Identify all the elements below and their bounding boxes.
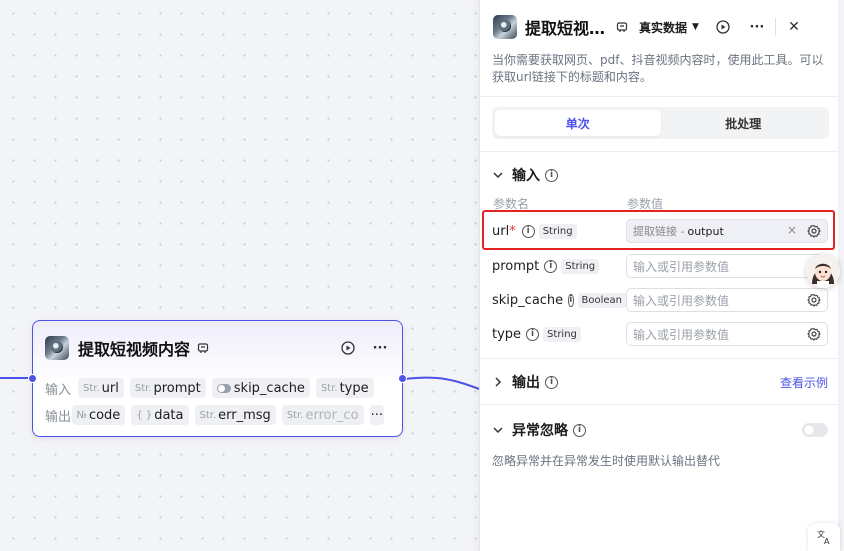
input-label: 输入 bbox=[45, 382, 72, 398]
param-row-skip-cache: skip_cache i Boolean 输入或引用参数值 bbox=[492, 287, 828, 313]
output-tag-err-msg: Str. err_msg bbox=[194, 405, 276, 425]
workflow-node[interactable]: 提取短视频内容 ··· 输入 Str. url Str. prompt skip_c… bbox=[28, 320, 407, 437]
chevron-right-icon bbox=[495, 377, 502, 387]
type-badge: String bbox=[543, 326, 581, 342]
mode-tabs: 单次 批处理 bbox=[492, 107, 829, 139]
type-badge: Boolean bbox=[577, 292, 626, 308]
output-port[interactable] bbox=[398, 374, 407, 383]
input-section-header[interactable]: 输入 i bbox=[492, 165, 828, 185]
gear-icon[interactable] bbox=[807, 293, 821, 310]
output-section-title: 输出 bbox=[512, 375, 540, 391]
input-section-title: 输入 bbox=[512, 168, 540, 184]
tab-batch[interactable]: 批处理 bbox=[661, 110, 827, 136]
node-outputs-row: 输出 № code { } data Str. err_msg Str. error_c… bbox=[45, 405, 390, 425]
input-tag-skip-cache: skip_cache bbox=[211, 378, 310, 398]
output-label: 输出 bbox=[45, 409, 72, 425]
exception-section-title: 异常忽略 bbox=[512, 423, 568, 439]
plugin-icon bbox=[196, 341, 210, 355]
header-divider bbox=[774, 18, 776, 36]
close-button[interactable]: ✕ bbox=[784, 17, 804, 37]
info-icon[interactable]: i bbox=[573, 423, 586, 437]
param-value-input[interactable]: 输入或引用参数值 bbox=[626, 254, 828, 278]
gear-icon[interactable] bbox=[807, 327, 821, 344]
param-name: type bbox=[492, 326, 522, 342]
panel-more-button[interactable]: ··· bbox=[747, 17, 767, 37]
chevron-down-icon bbox=[493, 427, 503, 434]
panel-node-avatar-icon bbox=[493, 15, 517, 39]
node-inputs-row: 输入 Str. url Str. prompt skip_cache Str. typ… bbox=[45, 378, 390, 398]
divider bbox=[480, 358, 838, 359]
param-name: skip_cache bbox=[492, 292, 564, 308]
view-example-link[interactable]: 查看示例 bbox=[780, 374, 828, 391]
run-node-button[interactable] bbox=[338, 338, 358, 358]
input-tag-url: Str. url bbox=[78, 378, 124, 398]
node-avatar-icon bbox=[45, 336, 69, 360]
output-section-header[interactable]: 输出 i 查看示例 bbox=[492, 372, 828, 392]
node-more-button[interactable]: ··· bbox=[370, 338, 390, 358]
input-tag-type: Str. type bbox=[315, 378, 374, 398]
run-test-button[interactable] bbox=[713, 17, 733, 37]
panel-header: 提取短视… 真实数据 ▼ ··· ✕ bbox=[493, 14, 828, 40]
info-icon[interactable]: i bbox=[526, 327, 540, 341]
node-title: 提取短视频内容 bbox=[78, 340, 191, 359]
boolean-icon bbox=[216, 383, 231, 393]
divider bbox=[480, 96, 838, 97]
assistant-avatar[interactable] bbox=[806, 254, 840, 288]
info-icon[interactable]: i bbox=[545, 168, 558, 182]
ignore-exception-toggle[interactable] bbox=[802, 423, 828, 437]
outputs-more-button[interactable]: ··· bbox=[369, 405, 384, 425]
svg-text:A: A bbox=[824, 537, 830, 545]
param-name: prompt bbox=[492, 258, 540, 274]
tab-single[interactable]: 单次 bbox=[495, 110, 661, 136]
info-icon[interactable]: i bbox=[545, 375, 558, 389]
panel-description: 当你需要获取网页、pdf、抖音视频内容时，使用此工具。可以获取url链接下的标题… bbox=[492, 53, 824, 84]
data-mode-select[interactable]: 真实数据 ▼ bbox=[639, 19, 699, 36]
caret-down-icon: ▼ bbox=[692, 22, 699, 32]
input-tag-prompt: Str. prompt bbox=[129, 378, 206, 398]
output-tag-code: № code bbox=[71, 405, 126, 425]
input-port[interactable] bbox=[28, 374, 37, 383]
param-value-input[interactable]: 输入或引用参数值 bbox=[626, 322, 828, 346]
translate-icon[interactable]: 文A bbox=[808, 523, 840, 551]
param-row-type: type i String 输入或引用参数值 bbox=[492, 321, 828, 347]
chevron-down-icon bbox=[493, 172, 503, 179]
panel-title: 提取短视… bbox=[525, 19, 606, 38]
divider bbox=[480, 404, 838, 405]
type-badge: String bbox=[561, 258, 600, 274]
output-tag-data: { } data bbox=[131, 405, 189, 425]
outgoing-edge bbox=[404, 376, 483, 391]
param-value-input[interactable]: 输入或引用参数值 bbox=[626, 288, 828, 312]
output-tag-error-code: Str. error_co bbox=[281, 405, 364, 425]
divider bbox=[480, 151, 838, 152]
exception-hint: 忽略异常并在异常发生时使用默认输出替代 bbox=[492, 454, 721, 468]
info-icon[interactable]: i bbox=[544, 259, 558, 273]
exception-section-header[interactable]: 异常忽略 i bbox=[492, 420, 828, 440]
info-icon[interactable]: i bbox=[568, 293, 574, 307]
node-config-panel: 提取短视… 真实数据 ▼ ··· ✕ 当你需要获取网页、pdf、抖音视频内容时，… bbox=[479, 0, 838, 551]
node-header: 提取短视频内容 ··· bbox=[45, 335, 390, 361]
plugin-icon bbox=[615, 20, 629, 34]
url-row-highlight bbox=[482, 210, 835, 250]
param-row-prompt: prompt i String 输入或引用参数值 bbox=[492, 253, 828, 279]
